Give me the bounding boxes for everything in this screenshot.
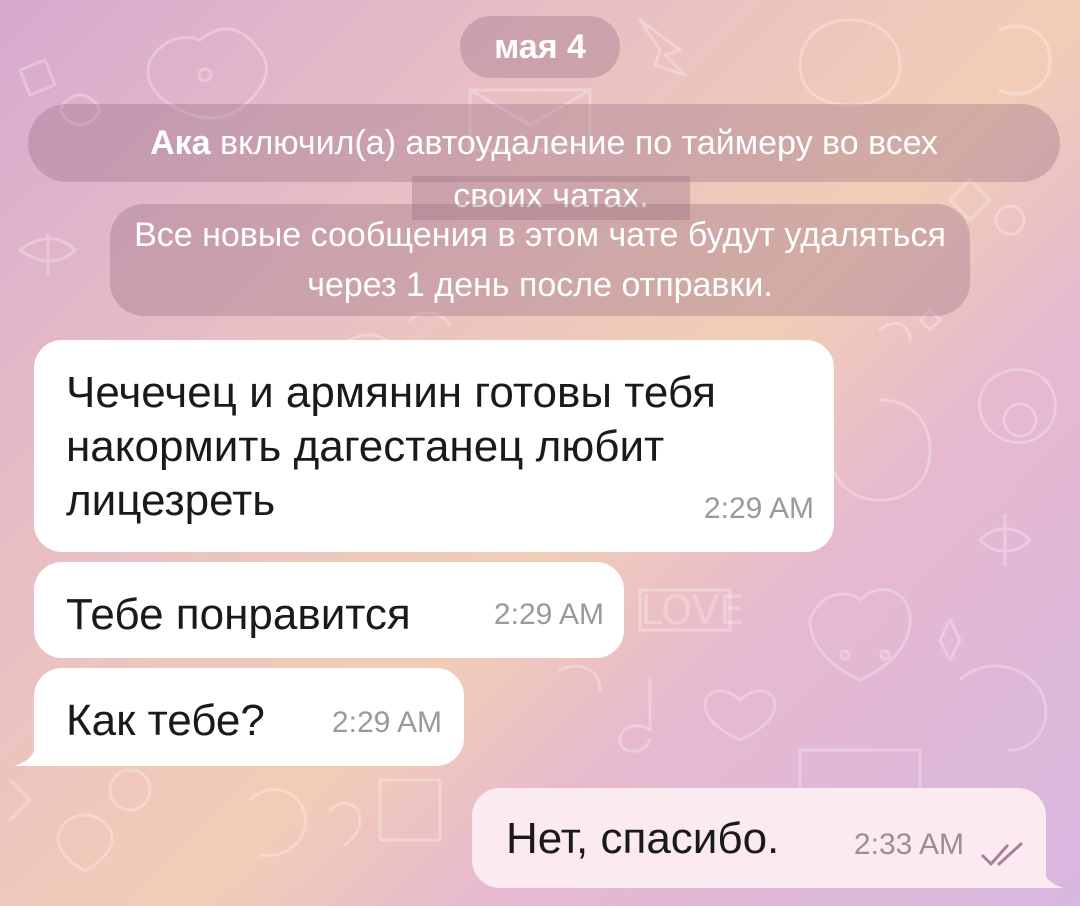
- service-message-auto-delete: Ака включил(а) автоудаление по таймеру в…: [28, 104, 1060, 316]
- message-bubble-outgoing[interactable]: Нет, спасибо. 2:33 AM: [472, 788, 1046, 888]
- service-message-line-3: Все новые сообщения в этом чате будут уд…: [110, 204, 970, 316]
- bubble-tail-icon: [14, 742, 48, 766]
- message-time: 2:29 AM: [703, 492, 814, 525]
- message-bubble-incoming[interactable]: Чечечец и армянин готовы тебя накормить …: [34, 340, 834, 552]
- message-text: Нет, спасибо.: [506, 814, 780, 863]
- date-separator: мая 4: [460, 16, 620, 78]
- message-text: Чечечец и армянин готовы тебя накормить …: [66, 368, 716, 525]
- bubble-tail-icon: [1030, 864, 1064, 888]
- message-bubble-incoming[interactable]: Тебе понравится 2:29 AM: [34, 562, 624, 658]
- message-text: Как тебе?: [66, 696, 265, 745]
- service-message-actor[interactable]: Ака: [150, 124, 210, 162]
- service-message-text-1: включил(а) автоудаление по таймеру во вс…: [210, 124, 938, 162]
- message-time: 2:29 AM: [331, 706, 442, 739]
- service-message-line-1: Ака включил(а) автоудаление по таймеру в…: [28, 104, 1060, 182]
- message-bubble-incoming[interactable]: Как тебе? 2:29 AM: [34, 668, 464, 766]
- message-time: 2:33 AM: [853, 828, 964, 861]
- svg-text:LOVE: LOVE: [640, 588, 744, 634]
- double-check-icon: [981, 842, 1023, 866]
- message-time: 2:29 AM: [493, 598, 604, 631]
- message-text: Тебе понравится: [66, 590, 411, 639]
